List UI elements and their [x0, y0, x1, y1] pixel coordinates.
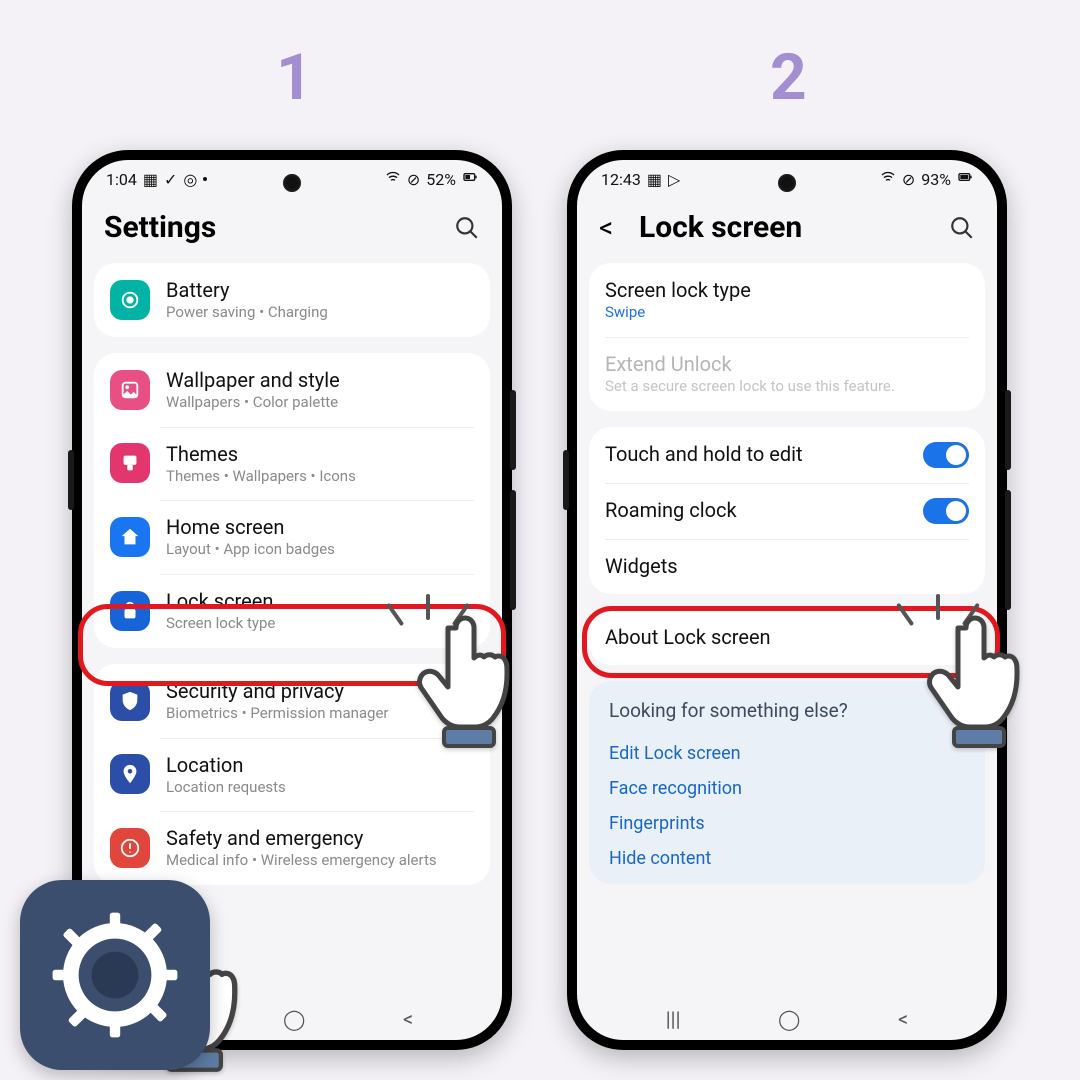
step-number-2: 2	[770, 40, 807, 115]
status-bar: 1:04 ▦ ✓ ◎ ⊘ 52%	[82, 160, 502, 198]
status-time: 12:43	[601, 170, 641, 189]
suggestion-link[interactable]: Hide content	[609, 841, 965, 876]
nav-recent-icon[interactable]: |||	[666, 1007, 681, 1031]
item-sub: Location requests	[166, 778, 474, 797]
settings-header: Settings	[82, 198, 502, 263]
lock-icon	[110, 591, 150, 631]
back-icon[interactable]: <	[599, 211, 625, 244]
item-sub: Set a secure screen lock to use this fea…	[605, 377, 969, 396]
status-bar: 12:43 ▦ ▷ ⊘ 93%	[577, 160, 997, 198]
shield-icon	[110, 681, 150, 721]
suggestions-card: Looking for something else? Edit Lock sc…	[589, 681, 985, 884]
item-title: Wallpaper and style	[166, 368, 474, 393]
item-title: Widgets	[605, 554, 969, 579]
no-data-icon: ⊘	[407, 170, 420, 189]
suggestion-link[interactable]: Face recognition	[609, 771, 965, 806]
page-title: Lock screen	[639, 210, 935, 245]
nav-home-icon[interactable]: ◯	[283, 1007, 305, 1031]
item-title: Location	[166, 753, 474, 778]
settings-item-home-screen[interactable]: Home screen Layout • App icon badges	[94, 500, 490, 574]
item-title: Safety and emergency	[166, 826, 474, 851]
item-sub: Swipe	[605, 303, 969, 322]
battery-icon	[957, 169, 973, 189]
item-sub: Wallpapers • Color palette	[166, 393, 474, 412]
battery-icon	[462, 169, 478, 189]
check-icon: ✓	[164, 170, 177, 189]
item-screen-lock-type[interactable]: Screen lock type Swipe	[589, 263, 985, 337]
item-sub: Biometrics • Permission manager	[166, 704, 474, 723]
item-title: Roaming clock	[605, 498, 907, 523]
item-title: Security and privacy	[166, 679, 474, 704]
lockscreen-header: < Lock screen	[577, 198, 997, 263]
toggle-switch[interactable]	[923, 442, 969, 468]
item-extend-unlock: Extend Unlock Set a secure screen lock t…	[589, 337, 985, 411]
item-sub: Layout • App icon badges	[166, 540, 474, 559]
status-battery: 52%	[426, 170, 456, 189]
brush-icon	[110, 443, 150, 483]
item-title: About Lock screen	[605, 625, 969, 650]
item-title: Screen lock type	[605, 278, 969, 303]
item-sub: Power saving • Charging	[166, 303, 474, 322]
item-title: Home screen	[166, 515, 474, 540]
pin-icon	[110, 754, 150, 794]
phone-mock-2: 12:43 ▦ ▷ ⊘ 93% < Lock screen	[567, 150, 1007, 1050]
item-title: Lock screen	[166, 589, 474, 614]
item-title: Battery	[166, 278, 474, 303]
play-icon: ▷	[668, 170, 680, 189]
item-touch-hold-edit[interactable]: Touch and hold to edit	[589, 427, 985, 483]
suggestions-title: Looking for something else?	[609, 699, 965, 722]
target-icon: ◎	[183, 170, 197, 189]
battery-icon	[110, 280, 150, 320]
nav-home-icon[interactable]: ◯	[778, 1007, 800, 1031]
sos-icon	[110, 828, 150, 868]
image-icon: ▦	[647, 170, 662, 189]
item-about-lock-screen[interactable]: About Lock screen	[589, 610, 985, 665]
no-data-icon: ⊘	[902, 170, 915, 189]
home-icon	[110, 517, 150, 557]
settings-item-safety[interactable]: Safety and emergency Medical info • Wire…	[94, 811, 490, 885]
item-title: Themes	[166, 442, 474, 467]
item-title: Touch and hold to edit	[605, 442, 907, 467]
nav-back-icon[interactable]: <	[403, 1007, 413, 1031]
settings-item-themes[interactable]: Themes Themes • Wallpapers • Icons	[94, 427, 490, 501]
toggle-switch[interactable]	[923, 498, 969, 524]
search-icon[interactable]	[949, 215, 975, 241]
suggestion-link[interactable]: Fingerprints	[609, 806, 965, 841]
status-time: 1:04	[106, 170, 137, 189]
nav-back-icon[interactable]: <	[898, 1007, 908, 1031]
status-battery: 93%	[921, 170, 951, 189]
image-icon	[110, 370, 150, 410]
item-sub: Themes • Wallpapers • Icons	[166, 467, 474, 486]
android-navbar: ||| ◯ <	[577, 998, 997, 1040]
settings-item-lock-screen[interactable]: Lock screen Screen lock type	[94, 574, 490, 648]
page-title: Settings	[104, 210, 440, 245]
item-sub: Medical info • Wireless emergency alerts	[166, 851, 474, 870]
image-icon: ▦	[143, 170, 158, 189]
settings-app-icon[interactable]	[20, 880, 210, 1070]
settings-item-wallpaper[interactable]: Wallpaper and style Wallpapers • Color p…	[94, 353, 490, 427]
suggestion-link[interactable]: Edit Lock screen	[609, 736, 965, 771]
item-sub: Screen lock type	[166, 614, 474, 633]
item-title: Extend Unlock	[605, 352, 969, 377]
item-roaming-clock[interactable]: Roaming clock	[589, 483, 985, 539]
wifi-icon	[880, 169, 896, 189]
settings-item-battery[interactable]: Battery Power saving • Charging	[94, 263, 490, 337]
step-number-1: 1	[276, 40, 313, 115]
settings-item-security[interactable]: Security and privacy Biometrics • Permis…	[94, 664, 490, 738]
search-icon[interactable]	[454, 215, 480, 241]
settings-item-location[interactable]: Location Location requests	[94, 738, 490, 812]
item-widgets[interactable]: Widgets	[589, 539, 985, 594]
wifi-icon	[385, 169, 401, 189]
